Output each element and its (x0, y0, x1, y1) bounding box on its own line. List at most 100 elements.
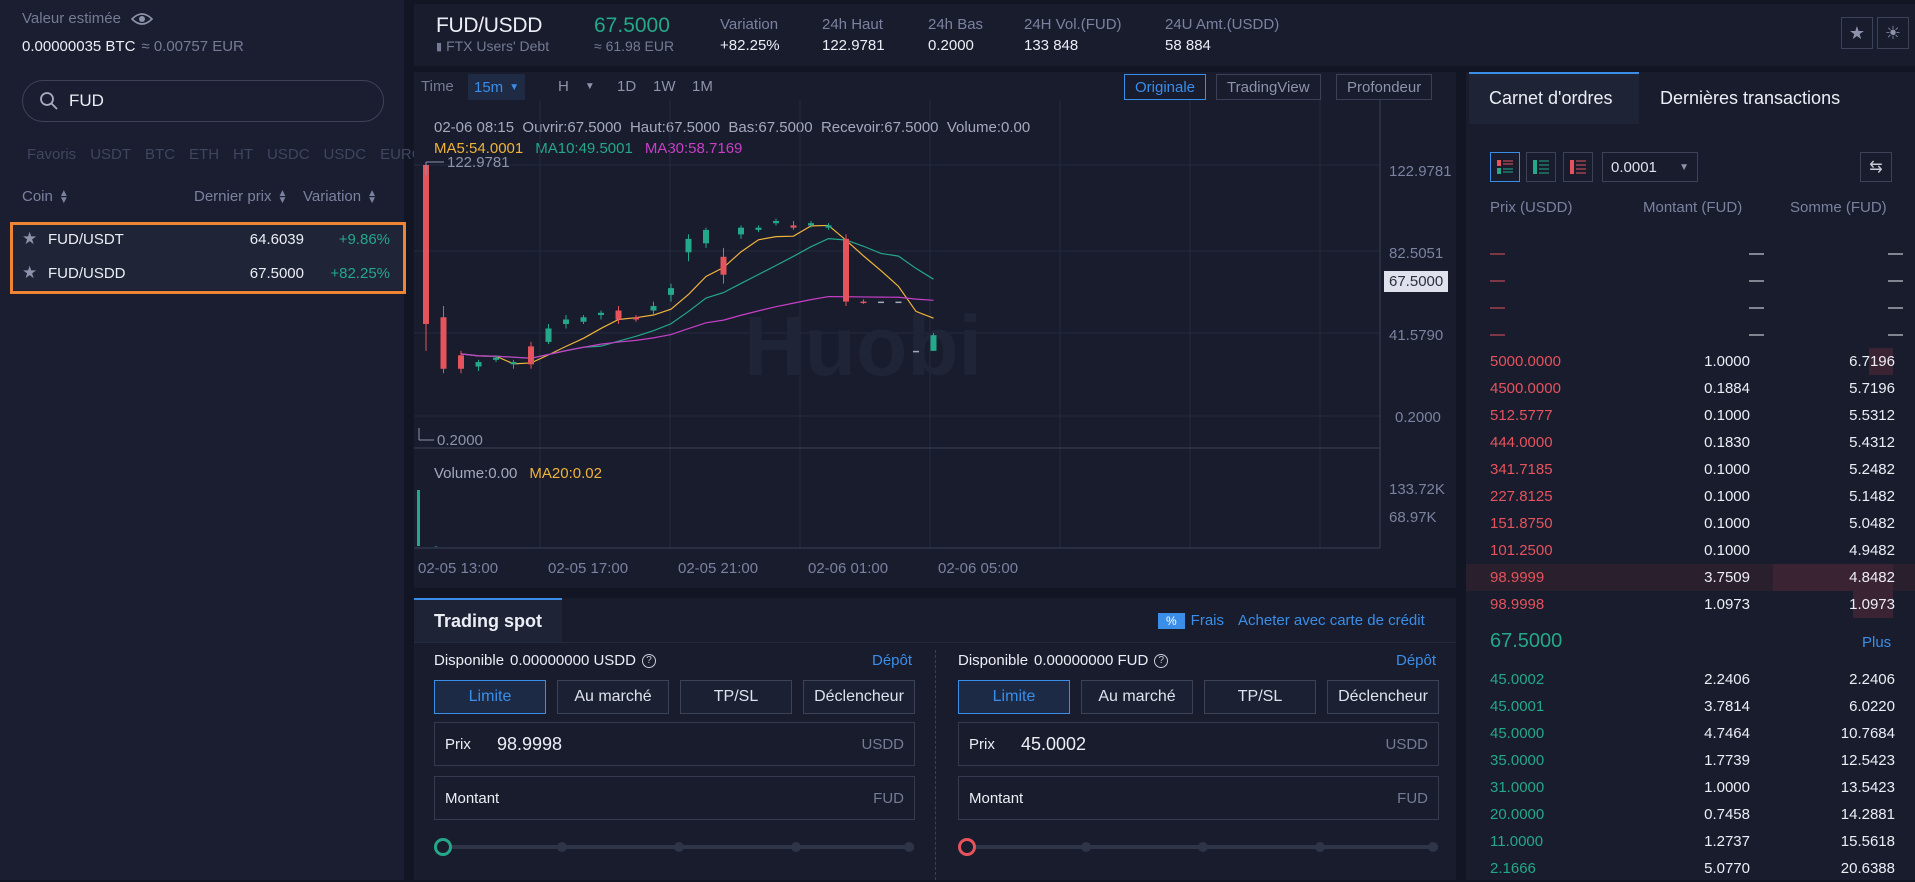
candle[interactable] (773, 220, 779, 224)
candle[interactable] (808, 223, 814, 226)
candle[interactable] (843, 238, 849, 302)
book-view-asks-icon[interactable] (1563, 152, 1593, 182)
bid-row[interactable]: 11.0000 1.2737 15.5618 (1466, 828, 1915, 855)
book-more-link[interactable]: Plus (1862, 634, 1891, 651)
candle[interactable] (668, 288, 674, 295)
view-tradingview[interactable]: TradingView (1216, 74, 1321, 100)
view-original[interactable]: Originale (1124, 74, 1207, 100)
ask-row[interactable]: 151.8750 0.1000 5.0482 (1466, 510, 1915, 537)
buy-amount-input[interactable]: Montant FUD (434, 776, 915, 820)
slider-step[interactable] (904, 842, 914, 852)
slider-knob[interactable] (958, 838, 976, 856)
candle[interactable] (650, 306, 657, 311)
quote-tab[interactable]: ETH (189, 146, 219, 163)
interval-1w[interactable]: 1W (653, 78, 676, 95)
favorite-star-icon[interactable]: ★ (1841, 17, 1873, 49)
view-depth[interactable]: Profondeur (1336, 74, 1433, 100)
candle[interactable] (510, 362, 517, 365)
sell-price-input[interactable]: Prix 45.0002 USDD (958, 722, 1439, 766)
candle[interactable] (493, 357, 499, 360)
precision-select[interactable]: 0.0001 ▼ (1602, 152, 1698, 182)
ask-row[interactable]: 341.7185 0.1000 5.2482 (1466, 456, 1915, 483)
sell-trigger-button[interactable]: Déclencheur (1327, 680, 1439, 714)
candle[interactable] (685, 238, 692, 253)
bid-row[interactable]: 35.0000 1.7739 12.5423 (1466, 747, 1915, 774)
ask-row[interactable]: 98.9998 1.0973 1.0973 (1466, 591, 1915, 618)
ask-row[interactable]: 101.2500 0.1000 4.9482 (1466, 537, 1915, 564)
candle[interactable] (615, 310, 622, 320)
candle[interactable] (878, 301, 884, 304)
quote-tab[interactable]: USDT (90, 146, 131, 163)
eye-icon[interactable] (130, 12, 153, 26)
slider-step[interactable] (1198, 842, 1208, 852)
candle[interactable] (423, 164, 429, 324)
ask-row[interactable]: 4500.0000 0.1884 5.7196 (1466, 375, 1915, 402)
candle[interactable] (860, 301, 867, 304)
interval-h[interactable]: H ▼ (558, 78, 595, 95)
sell-amount-input[interactable]: Montant FUD (958, 776, 1439, 820)
candle[interactable] (458, 355, 464, 369)
ask-row[interactable]: 227.8125 0.1000 5.1482 (1466, 483, 1915, 510)
sell-limit-button[interactable]: Limite (958, 680, 1070, 714)
candle[interactable] (755, 227, 762, 230)
quote-tab[interactable]: HT (233, 146, 253, 163)
candle[interactable] (563, 319, 569, 324)
candle[interactable] (913, 350, 919, 353)
slider-step[interactable] (1081, 842, 1091, 852)
candle[interactable] (703, 229, 709, 244)
search-field[interactable]: FUD (22, 80, 384, 122)
bid-row[interactable]: 45.0002 2.2406 2.2406 (1466, 666, 1915, 693)
bid-row[interactable]: 31.0000 1.0000 13.5423 (1466, 774, 1915, 801)
quote-tab[interactable]: Favoris (27, 146, 76, 163)
ask-row[interactable]: 5000.0000 1.0000 6.7196 (1466, 348, 1915, 375)
help-icon[interactable]: ? (1154, 653, 1169, 668)
sell-deposit-link[interactable]: Dépôt (1396, 652, 1436, 669)
interval-select[interactable]: 15m ▼ (468, 74, 526, 100)
col-price-header[interactable]: Dernier prix ▲ ▼ (194, 188, 287, 205)
slider-step[interactable] (1315, 842, 1325, 852)
candle[interactable] (440, 317, 447, 369)
slider-step[interactable] (557, 842, 567, 852)
buy-market-button[interactable]: Au marché (557, 680, 669, 714)
bid-row[interactable]: 2.1666 5.0770 20.6388 (1466, 855, 1915, 882)
candle[interactable] (895, 301, 902, 304)
book-view-both-icon[interactable] (1490, 152, 1520, 182)
sell-tpsl-button[interactable]: TP/SL (1204, 680, 1316, 714)
settings-swap-icon[interactable]: ⇆ (1860, 152, 1892, 182)
candle[interactable] (475, 362, 482, 367)
tab-trades[interactable]: Dernières transactions (1660, 88, 1840, 109)
time-toggle[interactable]: Time (421, 78, 454, 95)
candle[interactable] (930, 335, 937, 351)
interval-1m[interactable]: 1M (692, 78, 713, 95)
slider-step[interactable] (1428, 842, 1438, 852)
fees-link[interactable]: % Frais (1158, 612, 1224, 629)
slider-step[interactable] (791, 842, 801, 852)
sell-amount-slider[interactable] (958, 838, 1438, 856)
buy-limit-button[interactable]: Limite (434, 680, 546, 714)
candle[interactable] (738, 227, 744, 235)
col-change-header[interactable]: Variation ▲ ▼ (303, 188, 377, 205)
candle[interactable] (790, 225, 797, 228)
buy-price-input[interactable]: Prix 98.9998 USDD (434, 722, 915, 766)
search-input[interactable]: FUD (69, 91, 104, 111)
quote-tab[interactable]: BTC (145, 146, 175, 163)
candle[interactable] (545, 328, 552, 342)
candle[interactable] (633, 317, 639, 320)
buy-trigger-button[interactable]: Déclencheur (803, 680, 915, 714)
help-icon[interactable]: ? (641, 653, 656, 668)
buy-deposit-link[interactable]: Dépôt (872, 652, 912, 669)
book-view-bids-icon[interactable] (1526, 152, 1556, 182)
bid-row[interactable]: 20.0000 0.7458 14.2881 (1466, 801, 1915, 828)
ask-row[interactable]: 444.0000 0.1830 5.4312 (1466, 429, 1915, 456)
quote-tab[interactable]: USDC (324, 146, 367, 163)
candle[interactable] (825, 225, 832, 228)
buy-tpsl-button[interactable]: TP/SL (680, 680, 792, 714)
buy-amount-slider[interactable] (434, 838, 914, 856)
bid-row[interactable]: 45.0001 3.7814 6.0220 (1466, 693, 1915, 720)
candle[interactable] (720, 256, 727, 275)
sell-market-button[interactable]: Au marché (1081, 680, 1193, 714)
candle[interactable] (598, 312, 604, 316)
credit-card-link[interactable]: Acheter avec carte de crédit (1238, 612, 1425, 629)
interval-1d[interactable]: 1D (617, 78, 636, 95)
candle[interactable] (580, 317, 587, 322)
